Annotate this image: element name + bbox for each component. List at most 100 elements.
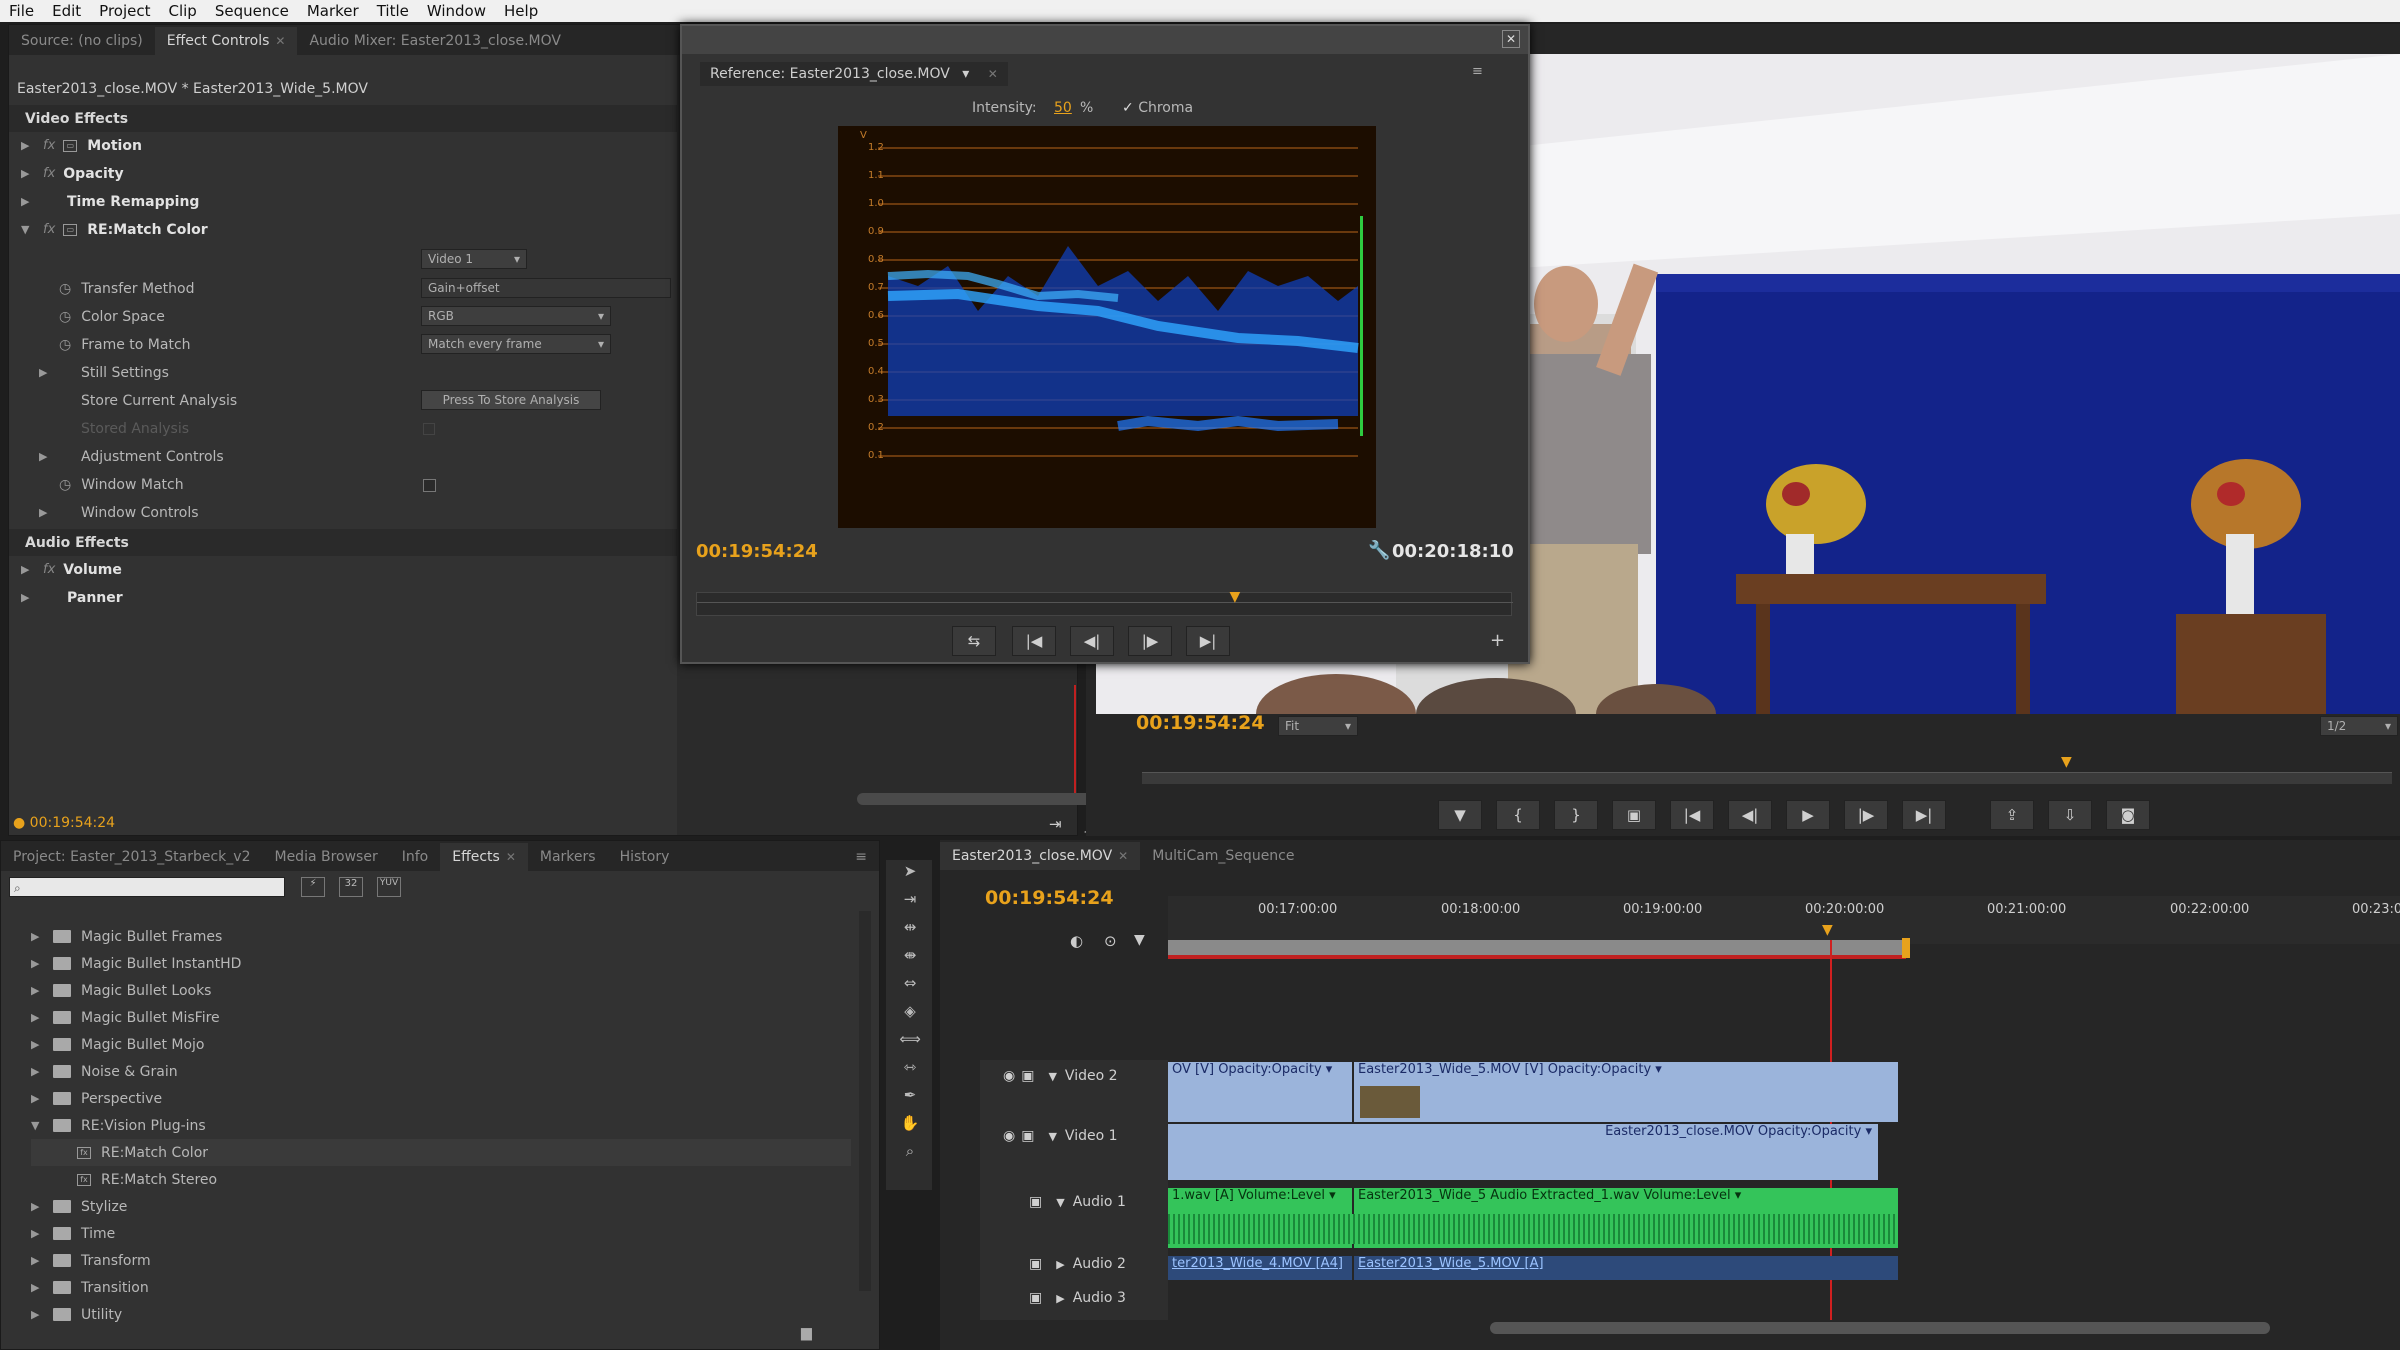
- menu-edit[interactable]: Edit: [43, 2, 90, 20]
- expand-triangle-icon[interactable]: ▶: [31, 1227, 45, 1240]
- fx-badge-icon[interactable]: fx: [43, 562, 55, 577]
- menu-file[interactable]: File: [0, 2, 43, 20]
- reference-scrubber[interactable]: ▼: [696, 589, 1513, 616]
- expand-triangle-icon[interactable]: ▶: [31, 1065, 45, 1078]
- menu-clip[interactable]: Clip: [160, 2, 206, 20]
- menu-sequence[interactable]: Sequence: [206, 2, 298, 20]
- zoom-tool-icon[interactable]: ⌕: [898, 1142, 922, 1164]
- effect-scrollbar[interactable]: [857, 793, 1107, 805]
- expand-triangle-icon[interactable]: ▶: [31, 957, 45, 970]
- clip-video2-b[interactable]: Easter2013_Wide_5.MOV [V] Opacity:Opacit…: [1354, 1062, 1898, 1122]
- tab-info[interactable]: Info: [390, 843, 441, 871]
- expand-triangle-icon[interactable]: ▶: [21, 591, 35, 604]
- step-forward-button[interactable]: |▶: [1844, 800, 1888, 830]
- gang-to-source-button[interactable]: ⇆: [952, 626, 996, 656]
- window-match-checkbox[interactable]: [423, 479, 436, 492]
- selection-tool-icon[interactable]: ➤: [898, 862, 922, 884]
- tab-markers[interactable]: Markers: [528, 843, 608, 871]
- speaker-icon[interactable]: ▣: [1029, 1290, 1042, 1306]
- effects-tree-item[interactable]: fx RE:Match Stereo: [31, 1166, 851, 1193]
- yuv-effects-icon[interactable]: YUV: [377, 877, 401, 897]
- tab-media-browser[interactable]: Media Browser: [262, 843, 389, 871]
- stopwatch-icon[interactable]: ◷: [59, 337, 71, 353]
- expand-triangle-icon[interactable]: ▶: [31, 1038, 45, 1051]
- tab-source[interactable]: Source: (no clips): [9, 27, 155, 55]
- rolling-edit-tool-icon[interactable]: ⇼: [898, 946, 922, 968]
- tab-sequence-close[interactable]: Easter2013_close.MOV ✕: [940, 842, 1141, 870]
- add-marker-icon[interactable]: ▼: [1134, 932, 1145, 948]
- transfer-method-value[interactable]: Gain+offset: [421, 278, 671, 298]
- wrench-icon[interactable]: 🔧: [1368, 540, 1390, 561]
- reference-playhead-marker[interactable]: ▼: [1230, 589, 1241, 605]
- effects-tree-item[interactable]: ▶ Utility: [31, 1301, 851, 1328]
- slide-tool-icon[interactable]: ⇿: [898, 1058, 922, 1080]
- intensity-value[interactable]: 50: [1054, 100, 1072, 116]
- effects-scrollbar[interactable]: [859, 911, 871, 1291]
- collapse-triangle-icon[interactable]: ▼: [1048, 1130, 1056, 1143]
- tab-audio-mixer[interactable]: Audio Mixer: Easter2013_close.MOV: [297, 27, 573, 55]
- extract-button[interactable]: ⇩: [2048, 800, 2092, 830]
- speaker-icon[interactable]: ▣: [1029, 1256, 1042, 1272]
- go-to-out-button[interactable]: ▶|: [1902, 800, 1946, 830]
- sync-lock-icon[interactable]: ▣: [1021, 1128, 1034, 1144]
- export-frame-button[interactable]: ◙: [2106, 800, 2150, 830]
- step-forward-button[interactable]: |▶: [1128, 626, 1172, 656]
- track-video-2[interactable]: ◉ ▣ ▼ Video 2: [985, 1068, 1165, 1084]
- expand-triangle-icon[interactable]: ▶: [39, 506, 53, 519]
- razor-tool-icon[interactable]: ◈: [898, 1002, 922, 1024]
- expand-triangle-icon[interactable]: ▶: [31, 1281, 45, 1294]
- expand-triangle-icon[interactable]: ▶: [31, 1254, 45, 1267]
- effects-tree-item[interactable]: ▶ Magic Bullet Frames: [31, 923, 851, 950]
- effects-tree-item[interactable]: ▶ Noise & Grain: [31, 1058, 851, 1085]
- close-icon[interactable]: ✕: [988, 67, 998, 81]
- speaker-icon[interactable]: ▣: [1029, 1194, 1042, 1210]
- program-resolution-select[interactable]: 1/2 ▾: [2320, 716, 2398, 736]
- accelerated-effects-icon[interactable]: ⚡: [301, 877, 325, 897]
- sync-lock-icon[interactable]: ▣: [1021, 1068, 1034, 1084]
- effects-tree-item[interactable]: ▶ Magic Bullet Mojo: [31, 1031, 851, 1058]
- expand-triangle-icon[interactable]: ▶: [31, 1011, 45, 1024]
- effects-tree-item[interactable]: ▶ Magic Bullet MisFire: [31, 1004, 851, 1031]
- effects-tree-item[interactable]: ▶ Transform: [31, 1247, 851, 1274]
- menu-window[interactable]: Window: [418, 2, 495, 20]
- clip-audio2-a[interactable]: ter2013_Wide_4.MOV [A4]: [1168, 1256, 1352, 1280]
- expand-triangle-icon[interactable]: ▶: [21, 167, 35, 180]
- hand-tool-icon[interactable]: ✋: [898, 1114, 922, 1136]
- collapse-triangle-icon[interactable]: ▼: [31, 1119, 45, 1132]
- mark-out-button[interactable]: }: [1554, 800, 1598, 830]
- timeline-timecode[interactable]: 00:19:54:24: [985, 887, 1114, 909]
- program-scrubber[interactable]: [1142, 772, 2392, 784]
- expand-triangle-icon[interactable]: ▶: [1056, 1258, 1064, 1271]
- param-adjustment-controls[interactable]: ▶ Adjustment Controls: [39, 443, 224, 470]
- add-button-icon[interactable]: +: [1490, 630, 1505, 651]
- effect-time-remapping[interactable]: ▶ Time Remapping: [21, 188, 199, 215]
- program-timecode[interactable]: 00:19:54:24: [1136, 712, 1265, 734]
- effect-opacity[interactable]: ▶ fx Opacity: [21, 160, 124, 187]
- new-bin-icon[interactable]: ▆: [801, 1325, 812, 1341]
- effects-tree-item[interactable]: ▶ Transition: [31, 1274, 851, 1301]
- track-select-tool-icon[interactable]: ⇥: [898, 890, 922, 912]
- go-to-in-button[interactable]: |◀: [1670, 800, 1714, 830]
- export-frame-icon[interactable]: ⇥: [1049, 815, 1062, 833]
- expand-triangle-icon[interactable]: ▶: [39, 450, 53, 463]
- snap-icon[interactable]: ◐: [1070, 932, 1083, 950]
- fx-badge-icon[interactable]: fx: [43, 222, 55, 237]
- expand-triangle-icon[interactable]: ▶: [39, 366, 53, 379]
- ripple-edit-tool-icon[interactable]: ⇹: [898, 918, 922, 940]
- close-icon[interactable]: ✕: [275, 34, 285, 48]
- expand-triangle-icon[interactable]: ▶: [1056, 1292, 1064, 1305]
- menu-help[interactable]: Help: [495, 2, 547, 20]
- step-back-button[interactable]: ◀|: [1728, 800, 1772, 830]
- work-area-bar[interactable]: [1168, 940, 1906, 956]
- eye-icon[interactable]: ◉: [1003, 1128, 1015, 1144]
- expand-triangle-icon[interactable]: ▶: [31, 984, 45, 997]
- effects-tree-item[interactable]: fx RE:Match Color: [31, 1139, 851, 1166]
- safe-margins-button[interactable]: ▣: [1612, 800, 1656, 830]
- tab-effect-controls[interactable]: Effect Controls ✕: [154, 27, 298, 55]
- linked-selection-icon[interactable]: ⊙: [1104, 932, 1117, 950]
- menu-title[interactable]: Title: [368, 2, 418, 20]
- effects-tree-item[interactable]: ▶ Perspective: [31, 1085, 851, 1112]
- mark-in-button[interactable]: {: [1496, 800, 1540, 830]
- tab-history[interactable]: History: [608, 843, 682, 871]
- frame-to-match-select[interactable]: Match every frame ▾: [421, 334, 611, 354]
